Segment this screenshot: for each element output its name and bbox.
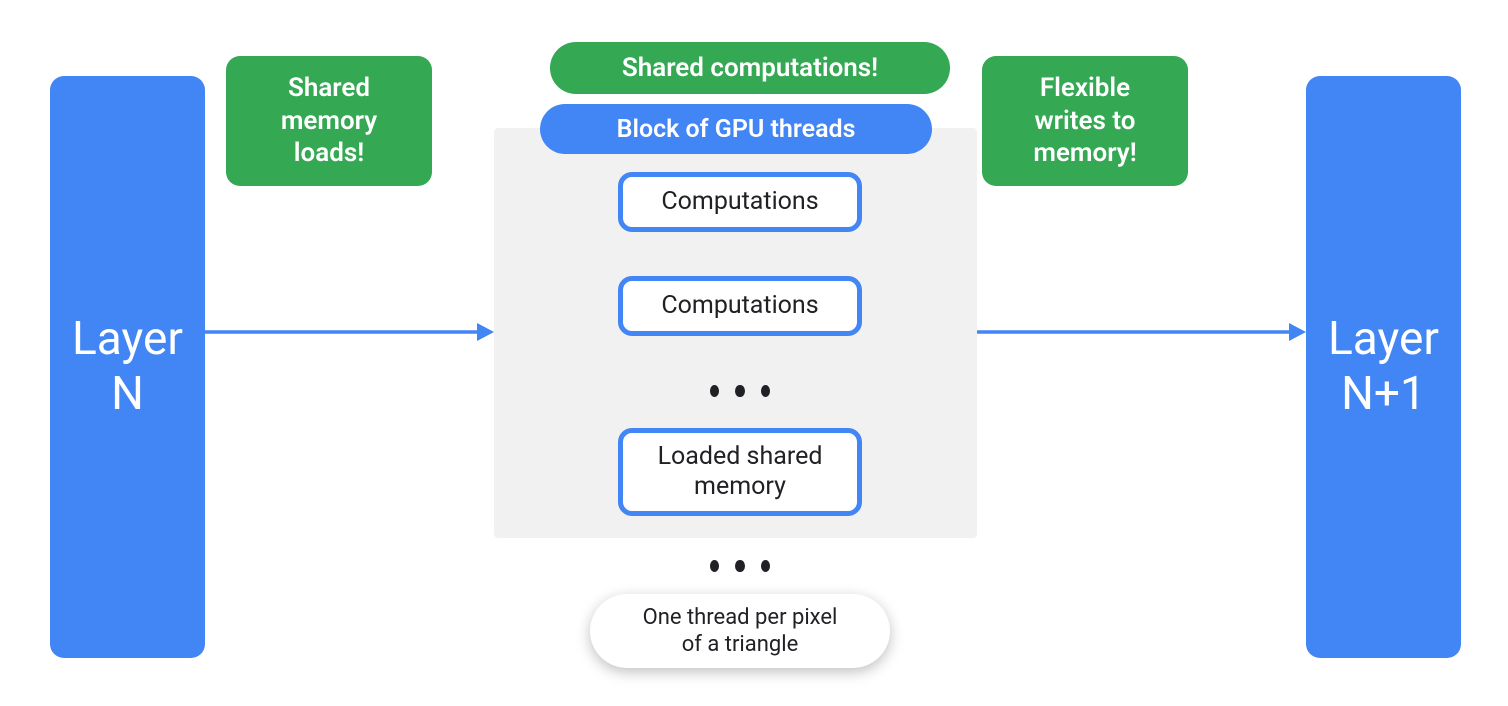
callout-shared-memory-loads: Shared memory loads!: [226, 56, 432, 186]
footer-note-text: One thread per pixel of a triangle: [643, 604, 838, 659]
callout-flexible-writes: Flexible writes to memory!: [982, 56, 1188, 186]
computations-box-2-text: Computations: [661, 291, 818, 321]
callout-shared-computations: Shared computations!: [550, 42, 950, 94]
layer-n-label: Layer N: [72, 312, 183, 422]
callout-flexible-writes-text: Flexible writes to memory!: [1033, 72, 1136, 170]
loaded-shared-memory-box: Loaded shared memory: [618, 428, 862, 516]
arrow-left: [205, 318, 494, 346]
computations-box-1-text: Computations: [661, 187, 818, 217]
arrow-right: [977, 318, 1306, 346]
gpu-threads-title-text: Block of GPU threads: [617, 115, 856, 144]
callout-shared-computations-text: Shared computations!: [622, 52, 878, 85]
ellipsis-inside-panel: [710, 385, 770, 397]
layer-n-box: Layer N: [50, 76, 205, 658]
computations-box-2: Computations: [618, 276, 862, 336]
layer-n1-box: Layer N+1: [1306, 76, 1461, 658]
footer-note: One thread per pixel of a triangle: [590, 594, 890, 668]
layer-n1-label: Layer N+1: [1328, 312, 1439, 422]
gpu-threads-title: Block of GPU threads: [540, 104, 932, 154]
ellipsis-below-panel: [710, 560, 770, 572]
callout-shared-memory-loads-text: Shared memory loads!: [281, 72, 377, 170]
loaded-shared-memory-text: Loaded shared memory: [658, 442, 823, 502]
computations-box-1: Computations: [618, 172, 862, 232]
